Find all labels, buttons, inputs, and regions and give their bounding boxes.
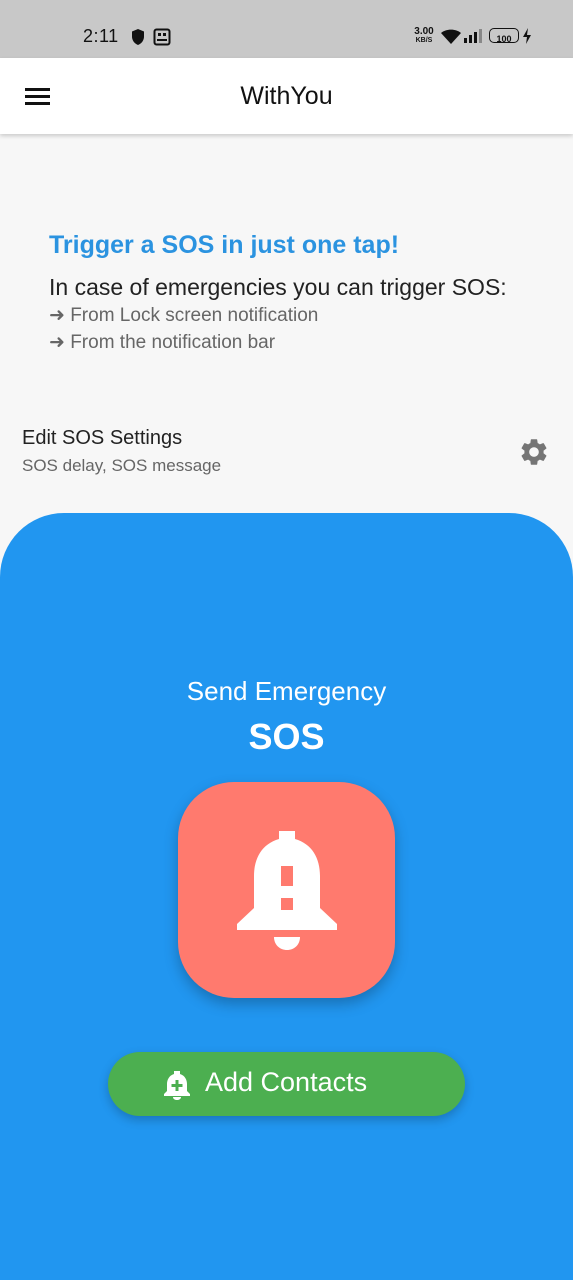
add-contacts-label: Add Contacts — [205, 1067, 368, 1097]
gear-icon[interactable] — [518, 436, 550, 468]
add-contacts-button[interactable]: Add Contacts — [108, 1052, 465, 1116]
shield-icon — [130, 28, 146, 51]
battery-icon: 100 — [489, 28, 519, 44]
app-title: WithYou — [240, 82, 333, 110]
sos-promo: Trigger a SOS in just one tap! In case o… — [49, 228, 549, 356]
promo-line-notification-bar: ➜ From the notification bar — [49, 332, 276, 353]
network-speed-unit: KB/S — [415, 37, 433, 44]
sos-button[interactable] — [178, 782, 395, 998]
edit-sos-settings-row[interactable]: Edit SOS Settings SOS delay, SOS message — [0, 414, 573, 492]
promo-line-lock-screen: ➜ From Lock screen notification — [49, 305, 319, 326]
network-speed: 3.00 KB/S — [410, 27, 438, 45]
status-bar: 2:11 3.00 KB/S 100 — [0, 0, 573, 58]
signal-icon — [463, 28, 483, 49]
wifi-icon — [440, 28, 462, 51]
network-speed-value: 3.00 — [414, 26, 434, 37]
settings-subtitle: SOS delay, SOS message — [22, 456, 222, 475]
promo-heading: Trigger a SOS in just one tap! — [49, 231, 400, 259]
charging-icon — [522, 27, 532, 50]
send-emergency-label: Send Emergency — [186, 676, 387, 706]
promo-subheading: In case of emergencies you can trigger S… — [49, 274, 507, 300]
sos-label: SOS — [248, 716, 325, 757]
battery-level: 100 — [496, 34, 512, 44]
photo-icon — [153, 28, 171, 51]
status-time: 2:11 — [83, 26, 119, 46]
app-bar: WithYou — [0, 58, 573, 134]
settings-title: Edit SOS Settings — [22, 427, 183, 449]
